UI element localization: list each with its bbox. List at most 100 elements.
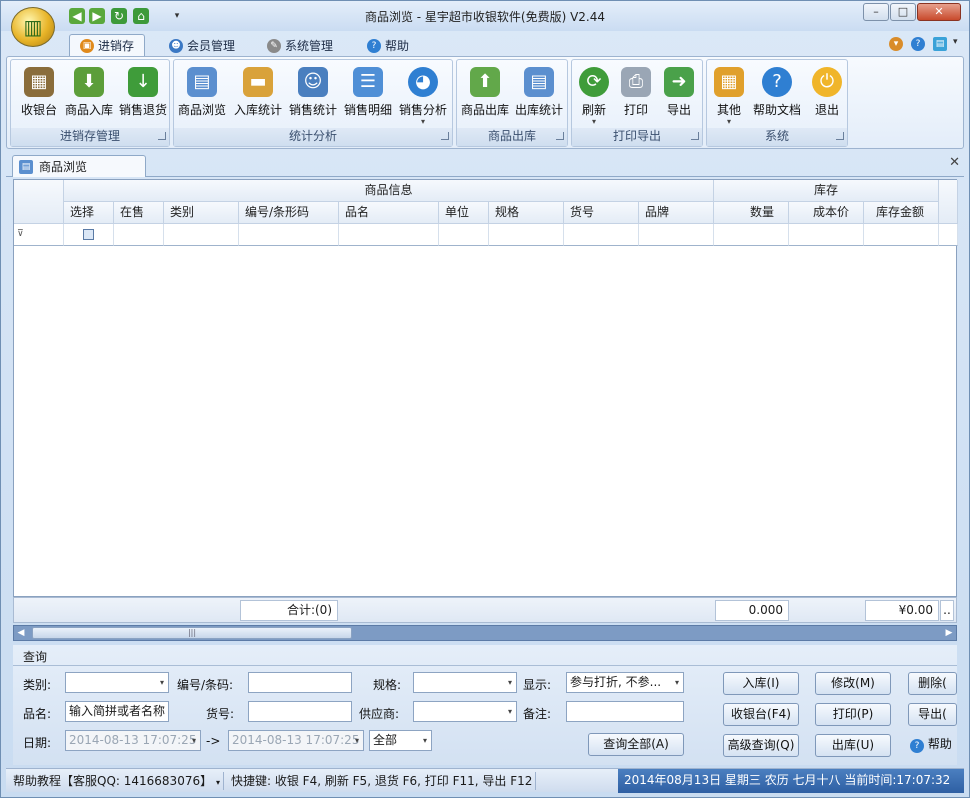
tab-help[interactable]: ? 帮助 (357, 34, 419, 57)
tab-browse-goods[interactable]: ▤ 商品浏览 (12, 155, 146, 177)
column-header[interactable]: 规格 (489, 202, 564, 224)
column-header[interactable]: 货号 (564, 202, 639, 224)
dialog-launcher-icon[interactable] (836, 132, 844, 140)
stock-in-icon: ⬇ (74, 67, 104, 97)
app-menu-orb-icon[interactable]: ▥ (11, 7, 55, 47)
spec-select[interactable]: ▾ (413, 672, 517, 693)
summary-more[interactable]: .. (940, 600, 954, 621)
tab-system[interactable]: ✎ 系统管理 (257, 34, 343, 57)
barcode-input[interactable] (248, 672, 352, 693)
pos-button[interactable]: ▦ 收银台 (11, 63, 67, 125)
advanced-query-button[interactable]: 高级查询(Q) (723, 734, 799, 757)
tab-inventory[interactable]: ▣ 进销存 (69, 34, 146, 57)
filter-cell[interactable] (114, 224, 164, 246)
browse-goods-button[interactable]: ▤ 商品浏览 (174, 63, 230, 125)
dialog-launcher-icon[interactable] (556, 132, 564, 140)
status-bar: 帮助教程【客服QQ: 1416683076】 ▾ 快捷键: 收银 F4, 刷新 … (6, 768, 964, 793)
members-icon: ☻ (169, 38, 183, 53)
column-header[interactable]: 品牌 (639, 202, 714, 224)
column-header[interactable]: 单位 (439, 202, 489, 224)
stock-out-stats-button[interactable]: ▤ 出库统计 (511, 63, 567, 125)
export-button[interactable]: ➜ 导出 (651, 63, 707, 125)
remark-input[interactable] (566, 701, 684, 722)
checkbox-icon[interactable] (83, 229, 94, 240)
sales-analysis-button[interactable]: ◕ 销售分析 ▾ (395, 63, 451, 126)
total-count: 合计:(0) (240, 600, 338, 621)
grid-icon: ▤ (187, 67, 217, 97)
goods-table: 商品信息 库存 选择 在售 类别 编号/条形码 品名 单位 规格 货号 品牌 数… (13, 179, 958, 597)
summary-row: 合计:(0) 0.000 ¥0.00 .. (13, 597, 957, 623)
print-button[interactable]: 打印(P) (815, 703, 891, 726)
dialog-launcher-icon[interactable] (691, 132, 699, 140)
query-panel: 查询 类别: ▾ 编号/条码: 规格: ▾ 显示: 参与打折, 不参... ▾ 品… (13, 645, 957, 765)
column-header[interactable]: 类别 (164, 202, 239, 224)
column-header[interactable]: 数量 (714, 202, 789, 224)
minimize-button[interactable]: – (863, 3, 889, 21)
exit-button[interactable]: ⏻ 退出 (799, 63, 855, 125)
delete-button[interactable]: 删除( (908, 672, 957, 695)
scroll-thumb[interactable]: ||| (32, 627, 352, 639)
stock-in-button[interactable]: 入库(I) (723, 672, 799, 695)
datetime-display: 2014年08月13日 星期三 农历 七月十八 当前时间:17:07:32 (618, 769, 964, 793)
name-input[interactable]: 输入简拼或者名称 (65, 701, 169, 722)
stock-in-button[interactable]: ⬇ 商品入库 (61, 63, 117, 125)
filter-cell[interactable] (439, 224, 489, 246)
sales-return-button[interactable]: ↓ 销售退货 (115, 63, 171, 125)
filter-cell[interactable] (489, 224, 564, 246)
date-from-picker[interactable]: 2014-08-13 17:07:25 ▾ (65, 730, 201, 751)
date-to-picker[interactable]: 2014-08-13 17:07:25 ▾ (228, 730, 364, 751)
close-tab-icon[interactable]: ✕ (949, 155, 960, 170)
column-header[interactable]: 库存金额 (864, 202, 939, 224)
info-icon[interactable]: ? (911, 37, 925, 51)
return-icon: ↓ (128, 67, 158, 97)
scroll-left-icon[interactable]: ◀ (14, 626, 28, 640)
query-all-button[interactable]: 查询全部(A) (588, 733, 684, 756)
filter-cell[interactable] (714, 224, 789, 246)
ribbon: ▦ 收银台 ⬇ 商品入库 ↓ 销售退货 进销存管理 ▤ 商品浏览 ▬ 入库统计 ☺ 销售统计… (6, 56, 964, 149)
column-header[interactable]: 选择 (64, 202, 114, 224)
filter-cell[interactable] (864, 224, 939, 246)
help-button[interactable]: ? 帮助 (908, 734, 957, 757)
column-header[interactable]: 成本价 (789, 202, 864, 224)
pos-button[interactable]: 收银台(F4) (723, 703, 799, 726)
chevron-down-icon: ▾ (354, 736, 359, 745)
dialog-launcher-icon[interactable] (441, 132, 449, 140)
horizontal-scrollbar[interactable]: ◀ ||| ▶ (13, 625, 957, 641)
filter-cell[interactable] (789, 224, 864, 246)
sales-stats-button[interactable]: ☺ 销售统计 (285, 63, 341, 125)
scope-select[interactable]: 全部 ▾ (369, 730, 432, 751)
scroll-right-icon[interactable]: ▶ (942, 626, 956, 640)
supplier-select[interactable]: ▾ (413, 701, 517, 722)
column-header[interactable]: 编号/条形码 (239, 202, 339, 224)
ribbon-options-icon[interactable]: ▾ (953, 37, 958, 47)
stock-out-button[interactable]: ⬆ 商品出库 (457, 63, 513, 125)
stock-in-stats-button[interactable]: ▬ 入库统计 (230, 63, 286, 125)
category-select[interactable]: ▾ (65, 672, 169, 693)
filter-cell-select[interactable] (64, 224, 114, 246)
tab-members[interactable]: ☻ 会员管理 (159, 34, 245, 57)
export-button[interactable]: 导出( (908, 703, 957, 726)
column-header[interactable]: 品名 (339, 202, 439, 224)
display-select[interactable]: 参与打折, 不参... ▾ (566, 672, 684, 693)
modify-button[interactable]: 修改(M) (815, 672, 891, 695)
sales-detail-button[interactable]: ☰ 销售明细 (340, 63, 396, 125)
group-system: ▦ 其他 ▾ ? 帮助文档 ⏻ 退出 系统 (706, 59, 848, 147)
help-tutorial-link[interactable]: 帮助教程【客服QQ: 1416683076】 ▾ (8, 772, 224, 790)
close-button[interactable]: ✕ (917, 3, 961, 21)
help-doc-button[interactable]: ? 帮助文档 (749, 63, 805, 125)
filter-row-icon[interactable]: ⊽ (14, 224, 64, 246)
filter-cell[interactable] (239, 224, 339, 246)
filter-cell[interactable] (564, 224, 639, 246)
stock-out-button[interactable]: 出库(U) (815, 734, 891, 757)
cart-icon[interactable]: ▾ (889, 37, 903, 51)
filter-cell[interactable] (339, 224, 439, 246)
skin-icon[interactable]: ▤ (933, 37, 947, 51)
maximize-button[interactable]: □ (890, 3, 916, 21)
chevron-down-icon: ▾ (159, 678, 164, 687)
filter-cell[interactable] (639, 224, 714, 246)
dialog-launcher-icon[interactable] (158, 132, 166, 140)
filter-cell[interactable] (164, 224, 239, 246)
grid-icon: ▤ (19, 159, 33, 174)
item-number-input[interactable] (248, 701, 352, 722)
column-header[interactable]: 在售 (114, 202, 164, 224)
